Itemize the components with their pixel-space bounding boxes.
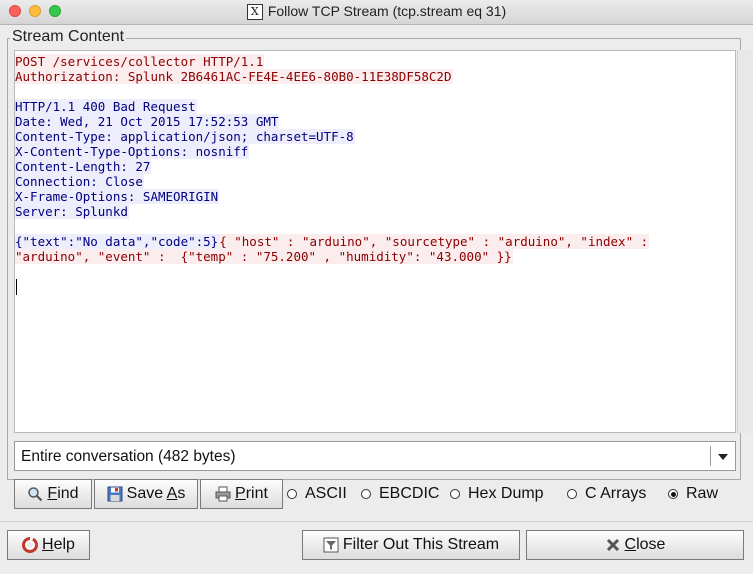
stream-content-label: Stream Content [10,28,127,46]
stream-line: Date: Wed, 21 Oct 2015 17:52:53 GMT [15,114,649,129]
stream-segment-server: Content-Length: 27 [15,159,152,174]
stream-line: {"text":"No data","code":5}{ "host" : "a… [15,234,650,249]
stream-segment-client: { "host" : "arduino", "sourcetype" : "ar… [219,234,650,249]
format-radio-label: Hex Dump [468,485,544,502]
x11-icon: X [246,4,263,21]
filter-out-label: Filter Out This Stream [342,536,500,553]
filter-out-stream-button[interactable]: Filter Out This Stream [302,530,520,560]
conversation-select[interactable]: Entire conversation (482 bytes) [14,441,736,471]
radio-indicator[interactable] [450,489,460,499]
stream-line [15,84,649,99]
format-radio-label: Raw [686,485,719,502]
stream-text-area[interactable]: POST /services/collector HTTP/1.1 Authori… [14,50,736,433]
stream-line [15,219,649,234]
filter-icon [323,537,339,553]
stream-segment-server: Server: Splunkd [15,204,129,219]
stream-line: "arduino", "event" : {"temp" : "75.200" … [15,249,649,264]
save-as-label: Save As [126,485,186,502]
window-title-container: X Follow TCP Stream (tcp.stream eq 31) [0,3,753,21]
close-label: Close [624,536,666,553]
stream-segment-server: HTTP/1.1 400 Bad Request [15,99,197,114]
conversation-select-value: Entire conversation (482 bytes) [21,448,236,465]
find-label: Find [47,485,79,502]
stream-segment-client: "arduino", "event" : {"temp" : "75.200" … [15,249,513,264]
format-radio-ebcdic[interactable]: EBCDIC [361,485,439,503]
stream-segment-server: {"text":"No data","code":5} [15,234,220,249]
stream-line: Server: Splunkd [15,204,649,219]
combo-separator [710,446,711,466]
lifebuoy-icon [22,537,39,553]
stream-segment-server: X-Content-Type-Options: nosniff [15,144,250,159]
format-radio-ascii[interactable]: ASCII [287,485,347,503]
print-button[interactable]: Print [200,479,283,509]
close-icon [606,538,619,552]
stream-text: POST /services/collector HTTP/1.1 Authori… [15,54,650,264]
stream-segment-server: Connection: Close [15,174,144,189]
radio-indicator[interactable] [361,489,371,499]
save-icon [107,486,123,502]
printer-icon [215,486,231,502]
radio-indicator[interactable] [287,489,297,499]
stream-segment-client: Authorization: Splunk 2B6461AC-FE4E-4EE6… [15,69,453,84]
magnifier-icon [28,487,43,502]
stream-line: POST /services/collector HTTP/1.1 [15,54,649,69]
format-radio-label: EBCDIC [379,485,440,502]
format-radio-c-arrays[interactable]: C Arrays [567,485,646,503]
stream-line: X-Content-Type-Options: nosniff [15,144,649,159]
stream-line: X-Frame-Options: SAMEORIGIN [15,189,649,204]
stream-line: HTTP/1.1 400 Bad Request [15,99,649,114]
help-label: Help [42,536,75,553]
stream-line: Content-Length: 27 [15,159,649,174]
title-bar: X Follow TCP Stream (tcp.stream eq 31) [0,0,753,25]
close-button[interactable]: Close [526,530,744,560]
stream-segment-server: Date: Wed, 21 Oct 2015 17:52:53 GMT [15,114,280,129]
stream-segment-server: Content-Type: application/json; charset=… [15,129,355,144]
save-as-button[interactable]: Save As [94,479,198,509]
radio-indicator[interactable] [567,489,577,499]
print-label: Print [235,485,268,502]
stream-segment-server: X-Frame-Options: SAMEORIGIN [15,189,220,204]
radio-indicator-selected[interactable] [668,489,678,499]
format-radio-label: ASCII [305,485,347,502]
chevron-down-icon[interactable] [718,454,728,460]
format-radio-hex-dump[interactable]: Hex Dump [450,485,544,503]
vertical-scrollbar[interactable] [737,50,753,433]
format-radio-label: C Arrays [585,485,647,502]
stream-line: Authorization: Splunk 2B6461AC-FE4E-4EE6… [15,69,649,84]
help-button[interactable]: Help [7,530,90,560]
stream-line: Connection: Close [15,174,649,189]
stream-line: Content-Type: application/json; charset=… [15,129,649,144]
footer-divider [0,521,753,522]
stream-segment-client: POST /services/collector HTTP/1.1 [15,54,265,69]
find-button[interactable]: Find [14,479,92,509]
window-title: Follow TCP Stream (tcp.stream eq 31) [267,3,507,19]
text-cursor [16,279,17,295]
format-radio-raw[interactable]: Raw [668,485,718,503]
